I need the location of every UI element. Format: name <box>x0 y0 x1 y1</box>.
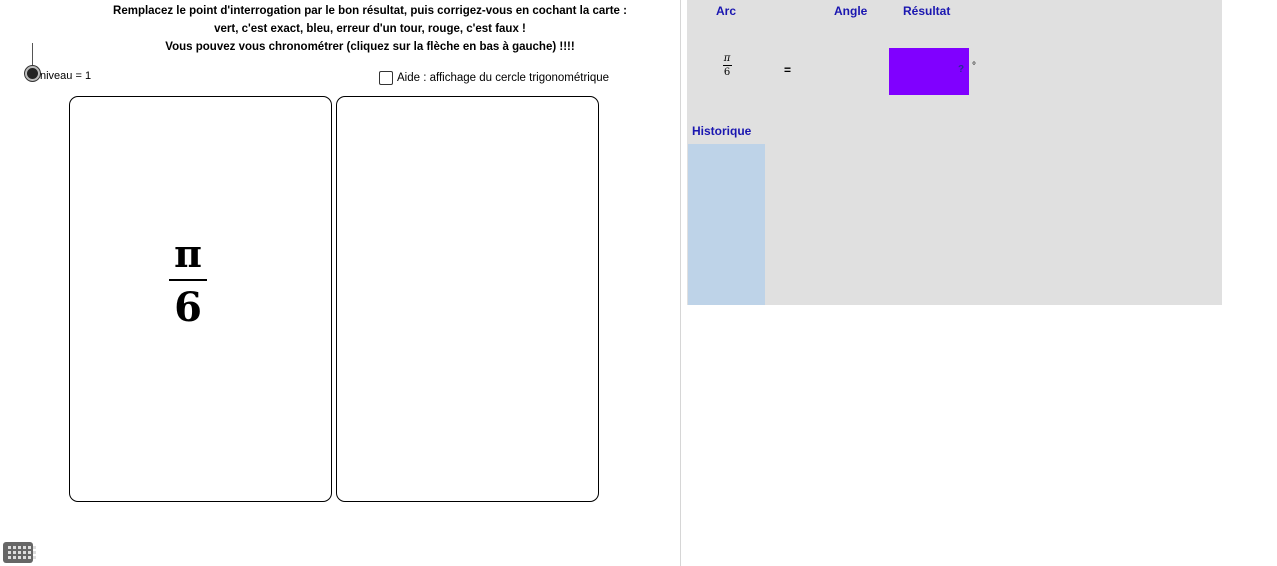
column-header-angle: Angle <box>834 4 868 18</box>
view-divider[interactable] <box>680 0 681 566</box>
equals-sign: = <box>784 63 792 77</box>
instructions: Remplacez le point d'interrogation par l… <box>60 2 680 56</box>
history-label: Historique <box>692 124 752 138</box>
checkbox-icon[interactable] <box>379 71 393 85</box>
arc-fraction-denominator: 6 <box>723 67 731 78</box>
history-list <box>688 144 765 305</box>
card-fraction-denominator: 6 <box>174 284 202 331</box>
degree-symbol: ° <box>972 61 976 72</box>
result-placeholder: ? <box>958 64 965 75</box>
card-fraction: π 6 <box>167 232 209 330</box>
keyboard-icon[interactable] <box>3 542 36 563</box>
column-header-result: Résultat <box>903 4 951 18</box>
card-fraction-bar <box>169 279 207 281</box>
card-right[interactable] <box>336 96 599 502</box>
column-header-arc: Arc <box>716 4 737 18</box>
instruction-line-2: vert, c'est exact, bleu, erreur d'un tou… <box>214 23 526 35</box>
level-slider-knob[interactable] <box>25 66 40 81</box>
level-slider-label: niveau = 1 <box>40 70 92 82</box>
instruction-line-1: Remplacez le point d'interrogation par l… <box>113 5 627 17</box>
spreadsheet-panel <box>687 0 1222 305</box>
card-fraction-numerator: π <box>174 231 202 276</box>
graphics-view: Remplacez le point d'interrogation par l… <box>0 0 680 566</box>
arc-fraction-numerator: π <box>723 53 731 64</box>
arc-fraction: π 6 <box>719 53 735 78</box>
arc-fraction-bar <box>722 65 732 66</box>
instruction-line-3: Vous pouvez vous chronométrer (cliquez s… <box>165 41 575 53</box>
help-checkbox-label: Aide : affichage du cercle trigonométriq… <box>397 72 610 84</box>
help-checkbox[interactable]: Aide : affichage du cercle trigonométriq… <box>379 71 609 85</box>
result-input[interactable] <box>889 48 969 95</box>
